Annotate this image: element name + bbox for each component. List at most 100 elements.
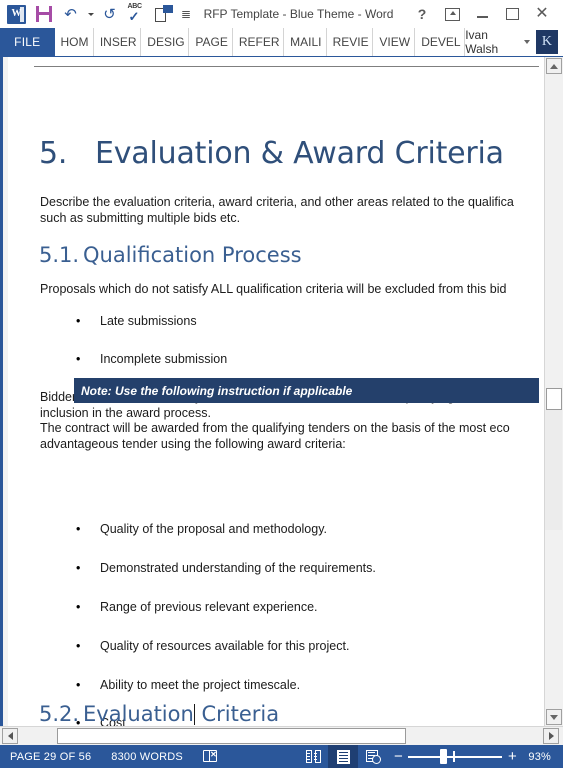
tab-insert[interactable]: INSER xyxy=(94,28,142,56)
tab-home[interactable]: HOM xyxy=(55,28,94,56)
tab-mailings[interactable]: MAILI xyxy=(284,28,327,56)
tab-view[interactable]: VIEW xyxy=(373,28,416,56)
bullet-icon: • xyxy=(76,352,81,366)
status-bar: PAGE 29 OF 56 8300 WORDS ✕ − + 93% xyxy=(0,745,563,768)
list-item-label: Demonstrated understanding of the requir… xyxy=(100,561,376,575)
maximize-restore-button[interactable] xyxy=(497,1,527,27)
zoom-slider-handle[interactable] xyxy=(440,749,448,764)
zoom-out-button[interactable]: − xyxy=(388,745,408,768)
zoom-slider-midpoint xyxy=(453,751,455,762)
undo-dropdown-icon[interactable] xyxy=(85,2,95,26)
horizontal-scrollbar[interactable] xyxy=(0,726,563,746)
zoom-slider[interactable] xyxy=(408,745,503,768)
list-item: • Late submissions xyxy=(76,314,197,328)
word-application-window: ↶ ↺ ABC ✓ ≣ RFP Template - Blue Theme - … xyxy=(0,0,563,768)
minimize-button[interactable] xyxy=(467,1,497,27)
chevron-up-icon xyxy=(550,63,558,69)
avatar[interactable]: K xyxy=(535,30,558,54)
account-name: Ivan Walsh xyxy=(465,28,499,56)
list-item-label: Incomplete submission xyxy=(100,352,228,366)
account-area[interactable]: Ivan Walsh K xyxy=(465,28,563,56)
redo-icon[interactable]: ↺ xyxy=(97,2,122,26)
heading1-text: Evaluation & Award Criteria xyxy=(95,136,504,171)
chevron-left-icon xyxy=(7,732,13,740)
bullet-icon: • xyxy=(76,639,81,653)
ribbon-display-options-icon[interactable] xyxy=(437,1,467,27)
page-indicator[interactable]: PAGE 29 OF 56 xyxy=(0,745,101,768)
heading2a-text: Qualification Process xyxy=(83,243,302,267)
scroll-down-button[interactable] xyxy=(546,709,562,725)
vertical-scrollbar[interactable] xyxy=(544,57,563,726)
heading2a-number: 5.1. xyxy=(39,243,80,267)
paragraph-contract-line-2: advantageous tender using the following … xyxy=(40,437,346,451)
paragraph-qualification: Proposals which do not satisfy ALL quali… xyxy=(40,282,507,296)
zoom-control: − + 93% xyxy=(388,745,563,768)
intro-paragraph-line-1: Describe the evaluation criteria, award … xyxy=(40,195,514,209)
customize-quick-access-toolbar-icon[interactable]: ≣ xyxy=(178,2,194,26)
paragraph-bidders-line-2: inclusion in the award process. xyxy=(40,406,211,420)
read-mode-icon xyxy=(305,750,321,763)
list-item-label: Quality of resources available for this … xyxy=(100,639,350,653)
spelling-grammar-icon[interactable]: ABC ✓ xyxy=(124,2,149,26)
scroll-right-button[interactable] xyxy=(543,728,559,744)
window-controls: ? ✕ xyxy=(407,0,563,28)
list-item-label: Range of previous relevant experience. xyxy=(100,600,318,614)
tab-references[interactable]: REFER xyxy=(233,28,285,56)
page-title: 5. Evaluation & Award Criteria xyxy=(39,136,504,171)
heading-evaluation-criteria: 5.2. Evaluation Criteria xyxy=(39,702,279,726)
heading2b-text-before-caret: Evaluation xyxy=(83,702,194,726)
scroll-up-button[interactable] xyxy=(546,58,562,74)
close-button[interactable]: ✕ xyxy=(527,1,557,27)
scroll-left-button[interactable] xyxy=(2,728,18,744)
quick-access-toolbar: ↶ ↺ ABC ✓ ≣ xyxy=(0,0,194,28)
list-item: • Demonstrated understanding of the requi… xyxy=(76,561,376,575)
note-callout-box: Note: Use the following instruction if a… xyxy=(74,378,539,403)
bullet-icon: • xyxy=(76,314,81,328)
chevron-down-icon xyxy=(550,714,558,720)
help-button[interactable]: ? xyxy=(407,1,437,27)
list-item: • Quality of the proposal and methodology… xyxy=(76,522,327,536)
bullet-icon: • xyxy=(76,561,81,575)
save-icon[interactable] xyxy=(31,2,56,26)
zoom-slider-track xyxy=(408,756,503,758)
tab-file[interactable]: FILE xyxy=(0,28,55,56)
list-item: • Incomplete submission xyxy=(76,352,227,366)
vertical-scroll-track-lower[interactable] xyxy=(545,410,562,530)
document-canvas[interactable]: 5. Evaluation & Award Criteria Describe t… xyxy=(0,57,563,726)
paragraph-contract-line-1: The contract will be awarded from the qu… xyxy=(40,421,510,435)
bullet-icon: • xyxy=(76,522,81,536)
heading1-number: 5. xyxy=(39,136,68,171)
chevron-down-icon[interactable] xyxy=(523,40,530,44)
intro-paragraph-line-2: such as submitting multiple bids etc. xyxy=(40,211,241,225)
zoom-level-label[interactable]: 93% xyxy=(522,751,559,763)
proofing-errors-icon[interactable]: ✕ xyxy=(193,745,228,768)
zoom-in-button[interactable]: + xyxy=(502,745,522,768)
header-divider-rule xyxy=(34,66,539,67)
new-comment-icon[interactable] xyxy=(151,2,176,26)
list-item-label: Late submissions xyxy=(100,314,197,328)
horizontal-scroll-thumb[interactable] xyxy=(57,728,406,744)
web-layout-icon xyxy=(365,749,381,764)
heading2b-text-after-caret: Criteria xyxy=(194,702,280,726)
web-layout-view-button[interactable] xyxy=(358,745,388,768)
undo-icon[interactable]: ↶ xyxy=(58,2,83,26)
read-mode-view-button[interactable] xyxy=(298,745,328,768)
tab-design[interactable]: DESIG xyxy=(141,28,190,56)
print-layout-view-button[interactable] xyxy=(328,745,359,768)
list-item-label: Quality of the proposal and methodology. xyxy=(100,522,327,536)
word-logo-icon[interactable] xyxy=(4,2,29,26)
tab-review[interactable]: REVIE xyxy=(327,28,374,56)
word-count[interactable]: 8300 WORDS xyxy=(101,745,193,768)
tab-developer[interactable]: DEVEL xyxy=(415,28,466,56)
tab-page-layout[interactable]: PAGE xyxy=(189,28,233,56)
chevron-right-icon xyxy=(548,732,554,740)
bullet-icon: • xyxy=(76,600,81,614)
ribbon-tab-bar: FILE HOM INSER DESIG PAGE REFER MAILI RE… xyxy=(0,28,563,57)
list-item: • Range of previous relevant experience. xyxy=(76,600,318,614)
vertical-scroll-thumb[interactable] xyxy=(546,388,562,410)
document-page[interactable]: 5. Evaluation & Award Criteria Describe t… xyxy=(8,57,539,726)
list-item-label: Ability to meet the project timescale. xyxy=(100,678,301,692)
print-layout-icon xyxy=(336,749,350,764)
bullet-icon: • xyxy=(76,678,81,692)
heading-qualification-process: 5.1. Qualification Process xyxy=(39,243,302,267)
